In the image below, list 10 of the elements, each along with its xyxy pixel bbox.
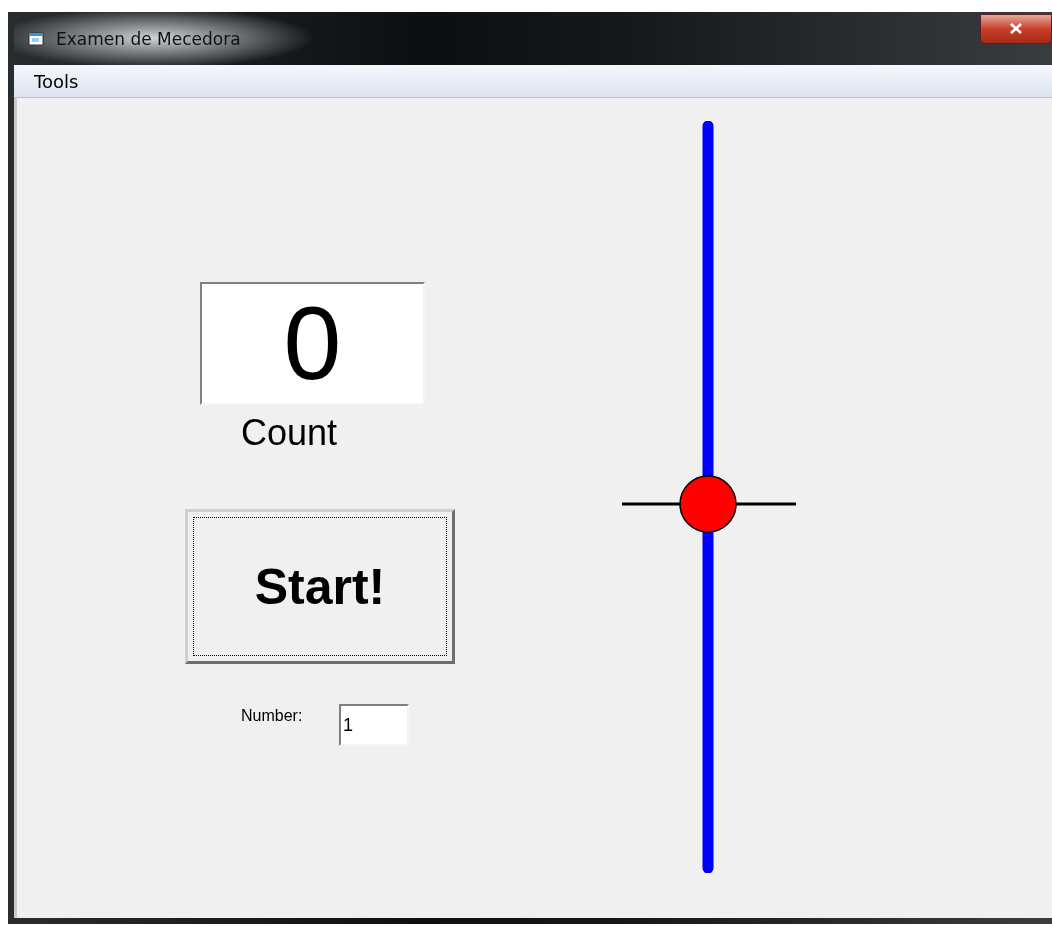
- app-icon: [28, 31, 44, 46]
- start-button[interactable]: Start!: [185, 509, 455, 664]
- number-label: Number:: [241, 707, 304, 725]
- menu-item[interactable]: Tools: [34, 70, 79, 92]
- window-title: Examen de Mecedora: [56, 28, 241, 49]
- count-label: Count: [241, 413, 338, 453]
- count-display: 0: [200, 282, 425, 405]
- close-button[interactable]: [980, 13, 1052, 44]
- number-field[interactable]: 1: [339, 704, 409, 746]
- close-icon: [1010, 23, 1022, 34]
